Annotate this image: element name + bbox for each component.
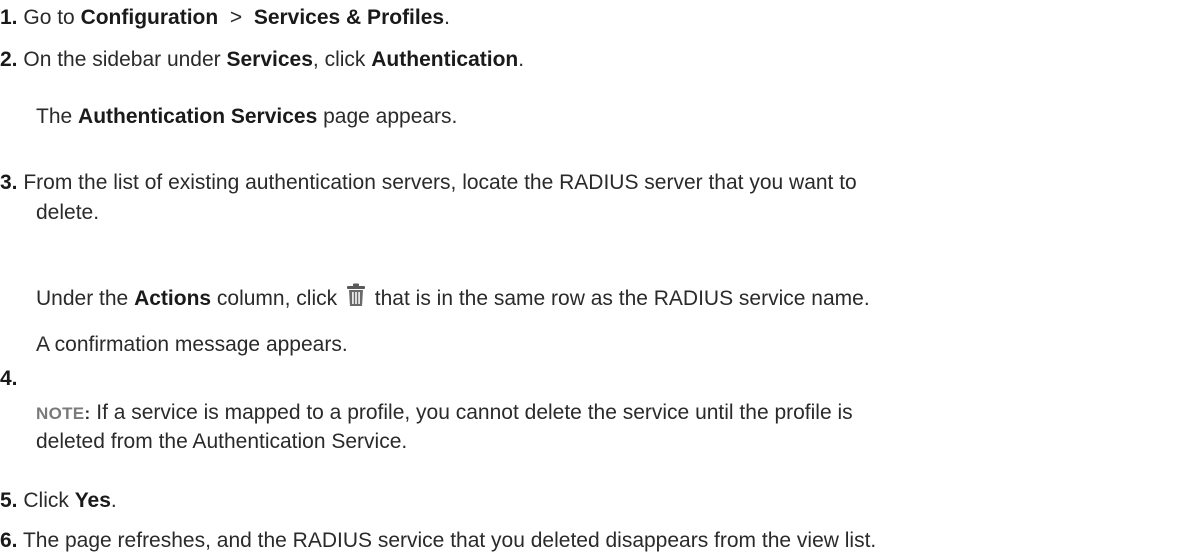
step-1: 1. Go to Configuration > Services & Prof… xyxy=(0,5,450,31)
step-5: 5. Click Yes. xyxy=(0,488,117,514)
step-2-result: The Authentication Services page appears… xyxy=(36,104,457,130)
column-actions: Actions xyxy=(134,287,212,310)
note-continued: deleted from the Authentication Service. xyxy=(36,429,407,455)
note-text: deleted from the Authentication Service. xyxy=(36,430,408,453)
result-text: page appears. xyxy=(317,105,458,128)
period: . xyxy=(110,489,117,512)
step-text: delete. xyxy=(36,201,100,224)
step-text: From the list of existing authentication… xyxy=(23,171,857,194)
yes-label: Yes xyxy=(74,489,111,512)
step-text: Click xyxy=(23,489,75,512)
period: . xyxy=(518,48,525,71)
sidebar-authentication: Authentication xyxy=(371,48,519,71)
menu-configuration: Configuration xyxy=(80,6,219,29)
period: . xyxy=(444,6,450,29)
note-text: If a service is mapped to a profile, you… xyxy=(90,401,853,424)
result-text: The xyxy=(36,105,79,128)
step-3-continued: delete. xyxy=(36,200,99,226)
trash-icon xyxy=(346,283,366,307)
step-text: , click xyxy=(312,48,372,71)
step-text: Go to xyxy=(23,6,81,29)
page-name-authentication-services: Authentication Services xyxy=(78,105,318,128)
step-text: Under the xyxy=(36,287,135,310)
note: NOTE: If a service is mapped to a profil… xyxy=(36,400,853,427)
step-4: Under the Actions column, click that is … xyxy=(36,283,870,312)
step-number: 2. xyxy=(0,48,18,71)
step-text: On the sidebar under xyxy=(23,48,227,71)
step-2: 2. On the sidebar under Services, click … xyxy=(0,47,524,73)
separator: > xyxy=(218,6,254,29)
sidebar-services: Services xyxy=(226,48,313,71)
step-3: 3. From the list of existing authenticat… xyxy=(0,170,857,196)
step-number: 3. xyxy=(0,171,18,194)
step-number: 1. xyxy=(0,6,18,29)
step-text: column, click xyxy=(211,287,343,310)
step-number: 4. xyxy=(0,367,18,390)
step-text: The page refreshes, and the RADIUS servi… xyxy=(22,529,877,552)
note-label: NOTE xyxy=(36,404,85,423)
menu-services-profiles: Services & Profiles xyxy=(253,6,445,29)
result-text: A confirmation message appears. xyxy=(36,333,348,356)
step-number: 6. xyxy=(0,529,18,552)
step-number: 5. xyxy=(0,489,18,512)
step-6: 6. The page refreshes, and the RADIUS se… xyxy=(0,528,876,554)
step-4-result: A confirmation message appears. xyxy=(36,332,348,358)
step-text: that is in the same row as the RADIUS se… xyxy=(368,287,870,310)
